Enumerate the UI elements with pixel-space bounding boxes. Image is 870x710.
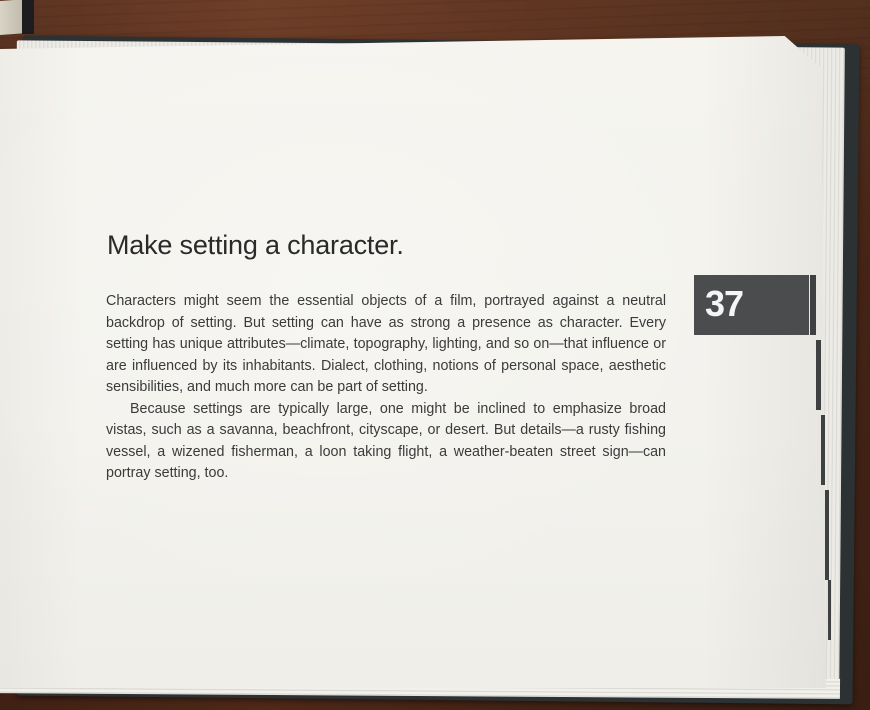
thumb-index-mark xyxy=(816,340,821,410)
paragraph: Because settings are typically large, on… xyxy=(106,400,666,482)
paragraph: Characters might seem the essential obje… xyxy=(106,293,666,395)
section-heading: Make setting a character. xyxy=(107,230,404,260)
body-text: Characters might seem the essential obje… xyxy=(106,291,666,485)
background-book-spine xyxy=(22,0,34,34)
thumb-index-mark xyxy=(825,490,829,580)
thumb-index-mark xyxy=(810,275,816,335)
page-number: 37 xyxy=(705,283,744,324)
thumb-index-mark xyxy=(821,415,825,485)
thumb-index-mark xyxy=(828,580,831,640)
